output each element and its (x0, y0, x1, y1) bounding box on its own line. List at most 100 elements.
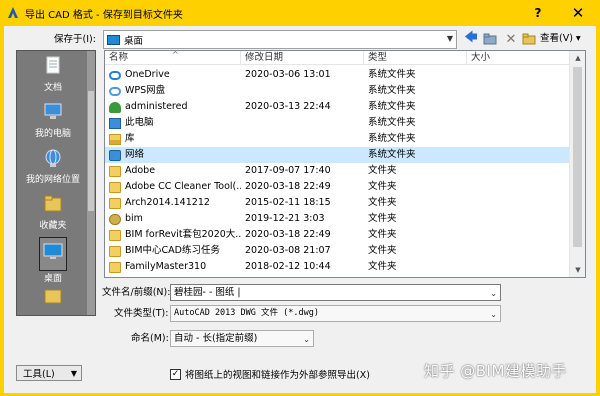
scroll-thumb[interactable] (88, 91, 94, 211)
place-label: 我的网络位置 (25, 175, 80, 185)
folder-icon (44, 289, 62, 304)
file-row[interactable]: Adobe 2017-09-07 17:40 文件夹 (105, 163, 571, 179)
place-label: 桌面 (43, 274, 62, 284)
place-documents[interactable]: 文档 (17, 55, 89, 93)
file-row[interactable]: bim 2019-12-21 3:03 文件夹 (105, 211, 571, 227)
folder-icon (109, 245, 121, 257)
window-border-left (0, 26, 4, 396)
places-scrollbar[interactable] (87, 51, 95, 315)
export-xref-option[interactable]: ✓ 将图纸上的视图和链接作为外部参照导出(X) (170, 367, 370, 381)
column-type[interactable]: 类型 (364, 51, 467, 65)
file-date: 2015-02-11 18:15 (245, 197, 331, 208)
up-folder-icon[interactable] (481, 30, 499, 48)
this-pc-icon (109, 117, 121, 129)
column-name[interactable]: 名称 ^ (105, 51, 241, 65)
tools-button[interactable]: 工具(L) ▼ (16, 365, 82, 381)
folder-icon (109, 181, 121, 193)
desktop-icon (107, 34, 120, 45)
documents-icon (46, 56, 60, 74)
file-type: 系统文件夹 (368, 85, 416, 96)
file-rows: OneDrive 2020-03-06 13:01 系统文件夹 WPS网盘 系统文件夹… (105, 67, 571, 275)
back-arrow-icon[interactable]: 🡄 (462, 30, 480, 48)
file-date: 2018-02-12 10:44 (245, 261, 331, 272)
file-row[interactable]: BIM中心CAD练习任务 2020-03-08 21:07 文件夹 (105, 243, 571, 259)
place-extra[interactable] (17, 285, 89, 310)
file-row[interactable]: 此电脑 系统文件夹 (105, 115, 571, 131)
user-icon (109, 101, 121, 113)
file-date: 2017-09-07 17:40 (245, 165, 331, 176)
folder-icon (109, 261, 121, 273)
filename-value: 碧桂园- - 图纸 | (174, 287, 241, 298)
column-date[interactable]: 修改日期 (241, 51, 364, 65)
tools-label: 工具(L) (23, 369, 55, 380)
file-date: 2020-03-06 13:01 (245, 69, 331, 80)
place-my-computer[interactable]: 我的电脑 (17, 101, 89, 139)
file-name: administered (125, 101, 188, 112)
window-title: 导出 CAD 格式 - 保存到目标文件夹 (25, 9, 183, 21)
place-desktop[interactable]: 桌面 (17, 237, 89, 284)
revit-app-icon (8, 7, 18, 18)
file-row[interactable]: administered 2020-03-13 22:44 系统文件夹 (105, 99, 571, 115)
place-label: 文档 (43, 83, 62, 93)
delete-icon[interactable]: ✕ (502, 30, 520, 48)
file-row[interactable]: WPS网盘 系统文件夹 (105, 83, 571, 99)
new-folder-icon[interactable] (520, 30, 538, 48)
file-type: 系统文件夹 (368, 133, 416, 144)
place-network[interactable]: 我的网络位置 (17, 147, 89, 185)
export-xref-label: 将图纸上的视图和链接作为外部参照导出(X) (185, 370, 370, 381)
file-name: BIM forRevit套包2020大... (125, 229, 241, 240)
file-row[interactable]: 网络 系统文件夹 (105, 147, 571, 163)
save-in-dropdown[interactable]: 桌面 ▼ (103, 30, 457, 49)
file-type: 系统文件夹 (368, 101, 416, 112)
file-date: 2020-03-18 22:49 (245, 229, 331, 240)
file-name: Adobe (125, 165, 156, 176)
chevron-down-icon: ▼ (70, 368, 77, 378)
file-name: bim (125, 213, 143, 224)
column-size[interactable]: 大小 (467, 51, 571, 65)
close-button[interactable]: ✕ (556, 0, 600, 26)
onedrive-icon (109, 70, 121, 80)
place-favorites[interactable]: 收藏夹 (17, 193, 89, 231)
file-list-scrollbar[interactable]: ▲ ▼ (569, 51, 585, 277)
watermark: 知乎 @BIM建模助手 (424, 362, 567, 380)
save-in-label: 保存于(I): (54, 34, 96, 45)
file-name: 库 (125, 133, 135, 144)
file-row[interactable]: FamilyMaster310 2018-02-12 10:44 文件夹 (105, 259, 571, 275)
file-date: 2020-03-13 22:44 (245, 101, 331, 112)
file-date: 2019-12-21 3:03 (245, 213, 325, 224)
filename-label: 文件名/前缀(N): (102, 287, 171, 298)
file-type: 文件夹 (368, 165, 397, 176)
chevron-down-icon: ⌄ (490, 310, 497, 319)
bim-icon (109, 213, 121, 225)
network-icon (109, 149, 121, 161)
file-row[interactable]: Arch2014.141212 2015-02-11 18:15 文件夹 (105, 195, 571, 211)
file-name: OneDrive (125, 69, 170, 80)
naming-dropdown[interactable]: 自动 - 长(指定前缀) ⌄ (170, 330, 314, 347)
file-type: 文件夹 (368, 181, 397, 192)
file-type: 文件夹 (368, 261, 397, 272)
file-name: WPS网盘 (125, 85, 166, 96)
folder-icon (109, 165, 121, 177)
file-row[interactable]: Adobe CC Cleaner Tool(... 2020-03-18 22:4… (105, 179, 571, 195)
scroll-thumb[interactable] (573, 67, 582, 247)
filetype-label: 文件类型(T): (114, 308, 169, 319)
scroll-up-icon[interactable]: ▲ (570, 51, 585, 65)
favorites-folder-icon (44, 195, 62, 212)
chevron-down-icon: ▼ (446, 34, 453, 43)
file-type: 系统文件夹 (368, 149, 416, 160)
export-xref-checkbox[interactable]: ✓ (170, 368, 181, 380)
help-button[interactable]: ? (522, 0, 554, 26)
chevron-down-icon[interactable]: ⌄ (490, 286, 497, 301)
file-name: Arch2014.141212 (125, 197, 210, 208)
file-date: 2020-03-08 21:07 (245, 245, 331, 256)
file-type: 文件夹 (368, 197, 397, 208)
views-menu-button[interactable]: 查看(V) ▾ (540, 30, 581, 48)
file-row[interactable]: 库 系统文件夹 (105, 131, 571, 147)
file-row[interactable]: OneDrive 2020-03-06 13:01 系统文件夹 (105, 67, 571, 83)
sort-up-icon: ^ (172, 50, 179, 59)
scroll-down-icon[interactable]: ▼ (570, 263, 585, 277)
title-bar: 导出 CAD 格式 - 保存到目标文件夹 ? ✕ (0, 0, 600, 26)
filetype-dropdown[interactable]: AutoCAD 2013 DWG 文件 (*.dwg) ⌄ (170, 305, 501, 322)
file-row[interactable]: BIM forRevit套包2020大... 2020-03-18 22:49 文件… (105, 227, 571, 243)
filename-input[interactable]: 碧桂园- - 图纸 | ⌄ (170, 284, 501, 301)
